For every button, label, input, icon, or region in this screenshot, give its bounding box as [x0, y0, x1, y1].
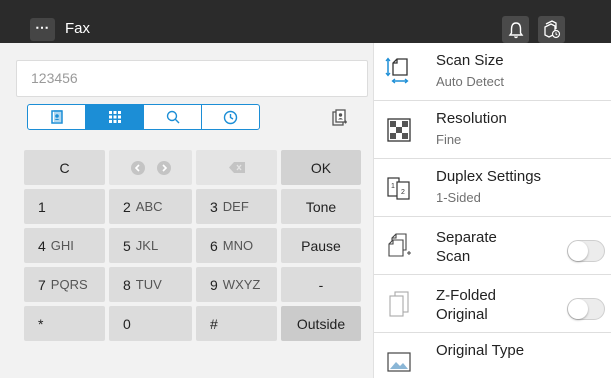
job-list-button[interactable]	[538, 16, 565, 43]
key-4[interactable]: 4 GHI	[24, 228, 105, 263]
toggle-knob	[568, 299, 588, 319]
address-register-icon	[332, 109, 347, 126]
hyphen-key[interactable]: -	[281, 267, 361, 302]
setting-scan-size[interactable]: Scan Size Auto Detect	[374, 43, 611, 101]
bell-icon	[508, 21, 523, 38]
key-letters: TUV	[135, 277, 162, 292]
key-letters: PQRS	[50, 277, 88, 292]
key-letters: ABC	[135, 199, 163, 214]
key-digit: 3	[210, 198, 218, 215]
duplex-icon: 1 2	[384, 173, 414, 203]
notification-button[interactable]	[502, 16, 529, 43]
cursor-left-icon[interactable]	[130, 160, 145, 175]
key-digit: 2	[123, 198, 131, 215]
key-digit: #	[210, 315, 218, 332]
setting-title: Z-Folded Original	[436, 286, 556, 324]
key-digit: 8	[123, 276, 131, 293]
key-letters: MNO	[222, 238, 254, 253]
page-title: Fax	[65, 20, 91, 37]
setting-separate-scan[interactable]: Separate Scan	[374, 217, 611, 275]
key-9[interactable]: 9 WXYZ	[196, 267, 277, 302]
settings-panel: Scan Size Auto Detect Resolution Fine 1 …	[373, 43, 611, 378]
key-1[interactable]: 1	[24, 189, 105, 224]
key-digit: 7	[38, 276, 46, 293]
key-letters: JKL	[135, 238, 159, 253]
resolution-icon	[384, 115, 414, 145]
address-book-tab[interactable]	[28, 105, 86, 129]
ok-key[interactable]: OK	[281, 150, 361, 185]
address-book-icon	[50, 110, 63, 124]
cursor-right-icon[interactable]	[156, 160, 171, 175]
history-tab[interactable]	[202, 105, 259, 129]
key-0[interactable]: 0	[109, 306, 192, 341]
key-digit: 6	[210, 237, 218, 254]
setting-original-type[interactable]: Original Type	[374, 333, 611, 378]
setting-resolution[interactable]: Resolution Fine	[374, 101, 611, 159]
job-list-icon	[543, 19, 560, 38]
key-digit: 4	[38, 237, 46, 254]
menu-button[interactable]: ⋯	[30, 18, 55, 41]
separate-scan-toggle[interactable]	[567, 240, 605, 262]
dial-keypad: C OK 1 2 ABC 3 DEF Tone 4 GHI 5 JKL 6 MN…	[24, 150, 361, 341]
setting-title-line: Separate Scan	[436, 229, 497, 265]
setting-title: Separate Scan	[436, 228, 556, 266]
z-folded-toggle[interactable]	[567, 298, 605, 320]
key-2[interactable]: 2 ABC	[109, 189, 192, 224]
setting-title: Duplex Settings	[436, 168, 542, 185]
tone-key[interactable]: Tone	[281, 189, 361, 224]
setting-duplex[interactable]: 1 2 Duplex Settings 1-Sided	[374, 159, 611, 217]
setting-title-line: Z-Folded Original	[436, 287, 497, 323]
backspace-icon	[228, 162, 245, 173]
register-address-button[interactable]	[327, 105, 353, 131]
key-digit: 9	[210, 276, 218, 293]
search-icon	[166, 110, 179, 124]
clear-key[interactable]: C	[24, 150, 105, 185]
key-star[interactable]: *	[24, 306, 105, 341]
setting-z-folded[interactable]: Z-Folded Original	[374, 275, 611, 333]
key-hash[interactable]: #	[196, 306, 277, 341]
key-letters: WXYZ	[222, 277, 261, 292]
svg-text:2: 2	[401, 189, 405, 196]
outside-key[interactable]: Outside	[281, 306, 361, 341]
setting-value: Fine	[436, 132, 462, 147]
setting-title: Scan Size	[436, 52, 504, 69]
setting-value: Auto Detect	[436, 74, 504, 89]
setting-value: 1-Sided	[436, 190, 481, 205]
svg-text:1: 1	[391, 183, 395, 190]
setting-title: Resolution	[436, 110, 507, 127]
key-digit: 5	[123, 237, 131, 254]
destination-tab-bar	[27, 104, 260, 130]
setting-title: Original Type	[436, 342, 525, 359]
toggle-knob	[568, 241, 588, 261]
destination-panel: 1 2 3 4 5 6 C OK 1 2 ABC 3 DEF Tone 4 GHI 5 J…	[0, 43, 373, 378]
backspace-key[interactable]	[196, 150, 277, 185]
key-digit: 0	[123, 315, 131, 332]
keypad-tab[interactable]	[86, 105, 144, 129]
key-6[interactable]: 6 MNO	[196, 228, 277, 263]
key-digit: *	[38, 315, 44, 332]
key-letters: GHI	[50, 238, 74, 253]
keypad-icon	[108, 111, 121, 123]
original-type-icon	[384, 347, 414, 377]
pause-key[interactable]: Pause	[281, 228, 361, 263]
fax-number-input[interactable]: 123456	[16, 60, 368, 97]
clock-icon	[223, 110, 238, 124]
key-digit: 1	[38, 198, 46, 215]
key-5[interactable]: 5 JKL	[109, 228, 192, 263]
search-tab[interactable]	[144, 105, 202, 129]
key-letters: DEF	[222, 199, 249, 214]
key-3[interactable]: 3 DEF	[196, 189, 277, 224]
scan-size-icon	[384, 57, 414, 87]
key-7[interactable]: 7 PQRS	[24, 267, 105, 302]
cursor-keys	[109, 150, 192, 185]
header-bar: ⋯ Fax	[0, 0, 611, 43]
separate-scan-icon	[384, 231, 414, 261]
z-folded-icon	[384, 289, 414, 319]
key-8[interactable]: 8 TUV	[109, 267, 192, 302]
menu-icon: ⋯	[35, 19, 50, 35]
